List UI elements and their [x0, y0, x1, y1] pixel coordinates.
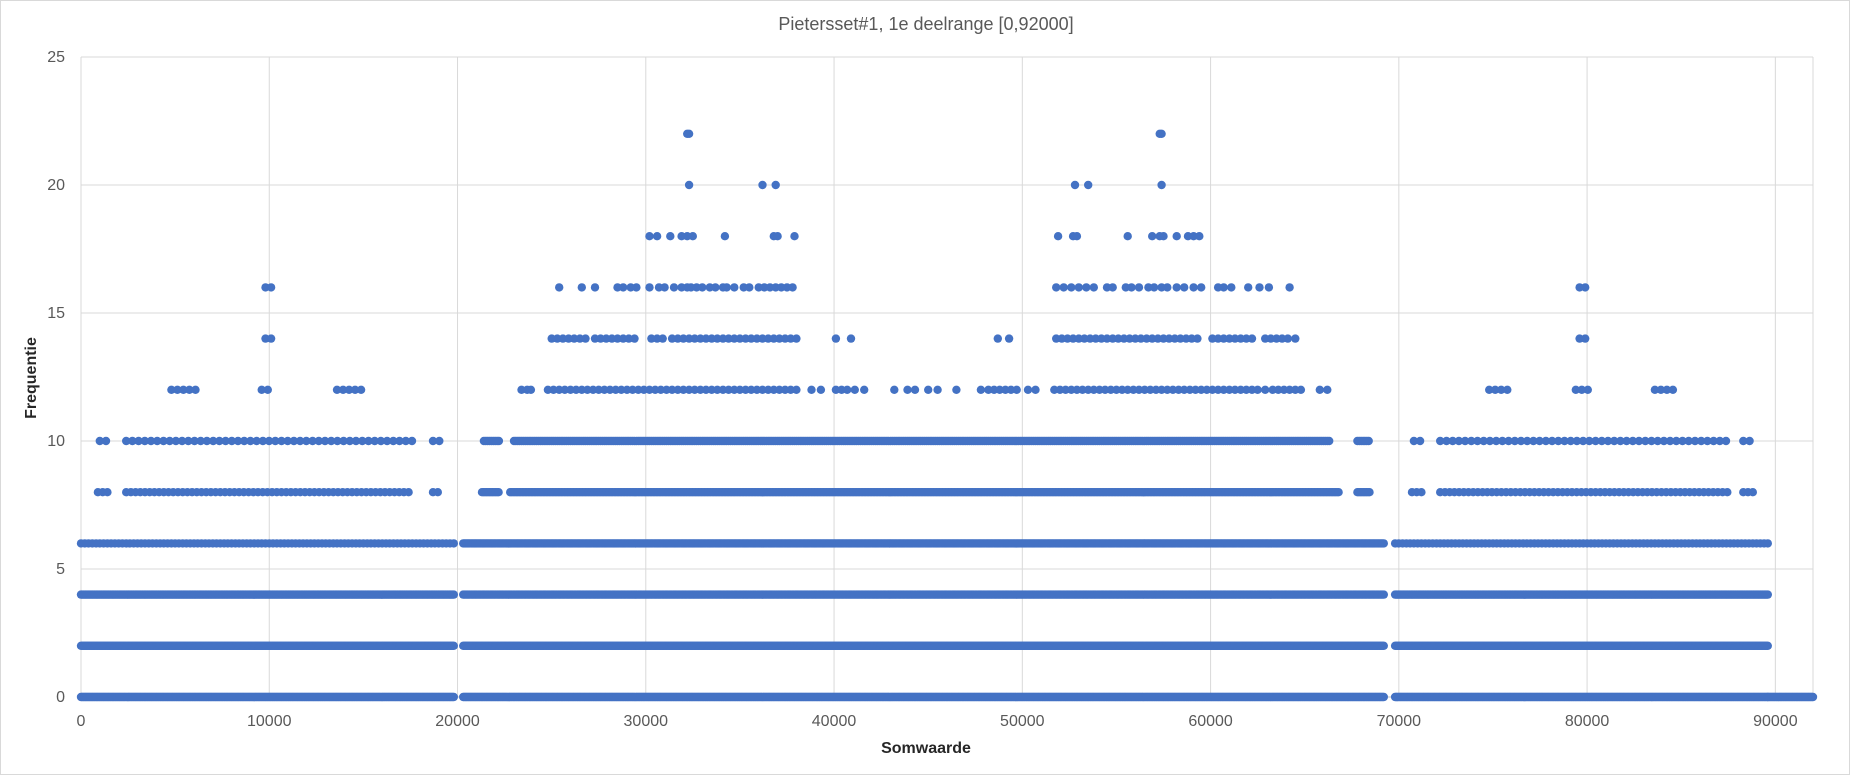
data-point	[449, 641, 458, 650]
data-point	[191, 385, 200, 394]
data-point	[101, 436, 111, 446]
scatter-chart: 05101520250 10000 20000 30000 40000 50000 6000…	[23, 14, 1818, 757]
data-point	[1379, 641, 1389, 650]
data-point	[103, 488, 112, 497]
data-point	[1379, 692, 1389, 702]
data-point	[449, 692, 458, 702]
data-point	[356, 385, 366, 394]
data-point	[266, 334, 276, 343]
axes	[81, 57, 1814, 698]
data-point	[435, 436, 444, 446]
data-point	[263, 385, 272, 394]
data-point	[1379, 590, 1389, 599]
data-point	[449, 590, 458, 599]
data-point	[404, 488, 413, 497]
data-points	[76, 129, 1818, 702]
data-point	[407, 436, 417, 446]
grid-lines	[80, 56, 1813, 697]
data-point	[449, 539, 458, 548]
chart-frame: 0 5 10 15 20 25 0 10000 20000 30000 40000 50000 6000…	[0, 0, 1850, 775]
data-point	[266, 283, 276, 292]
data-point	[433, 488, 442, 497]
